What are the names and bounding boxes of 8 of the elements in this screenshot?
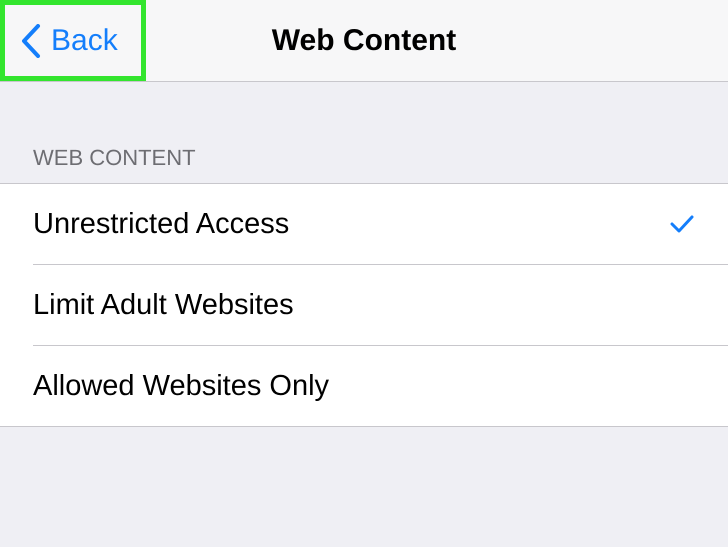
chevron-icon — [21, 24, 41, 58]
back-button[interactable]: Back — [0, 0, 146, 81]
checkmark-icon — [670, 214, 694, 234]
screen-title: Web Content — [272, 24, 456, 58]
option-row[interactable]: Unrestricted Access — [33, 184, 728, 264]
option-row[interactable]: Limit Adult Websites — [33, 264, 728, 345]
section-header: WEB CONTENT — [33, 145, 196, 170]
option-row[interactable]: Allowed Websites Only — [33, 345, 728, 426]
